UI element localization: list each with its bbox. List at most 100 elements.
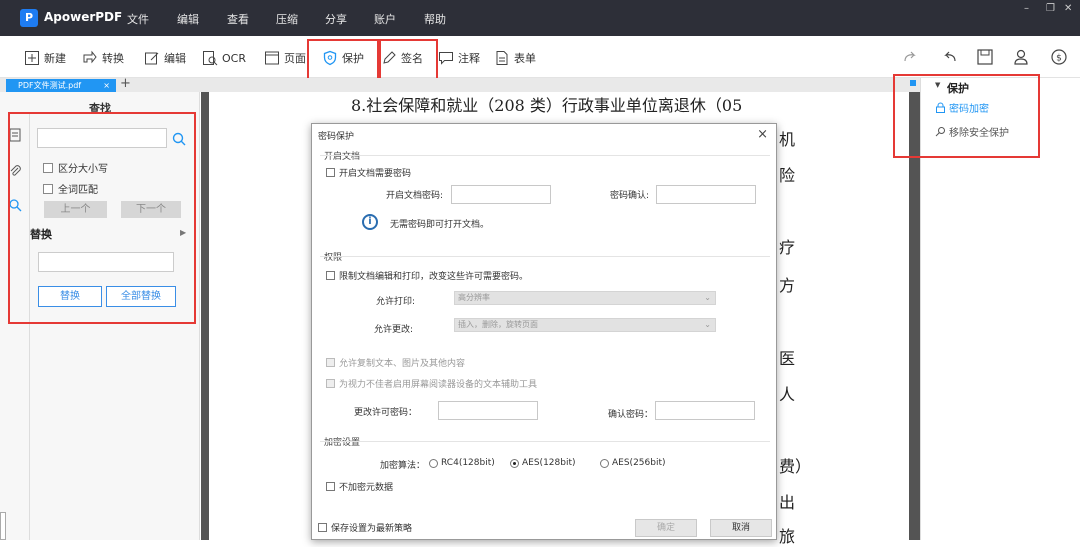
form-icon [496, 51, 508, 65]
dialog-close-icon[interactable]: × [757, 127, 768, 142]
restore-icon[interactable]: ❐ [1046, 3, 1055, 14]
divider [320, 256, 770, 257]
open-password-label: 开启文档密码: [386, 191, 444, 201]
menu-file[interactable]: 文件 [127, 11, 149, 27]
rc4-label: RC4(128bit) [441, 458, 495, 468]
change-password-label: 更改许可密码： [354, 408, 418, 418]
pricing-icon[interactable]: $ [1050, 48, 1068, 66]
no-metadata-box[interactable] [326, 482, 335, 491]
new-button[interactable]: 新建 [24, 48, 66, 68]
edit-icon [145, 52, 159, 65]
edit-button[interactable]: 编辑 [144, 48, 186, 68]
page-text-line: 8.社会保障和就业（208 类）行政事业单位离退休（05 [351, 96, 743, 115]
change-select[interactable]: 插入，删除，旋转页面 ⌄ [454, 318, 716, 332]
title-bar: P ApowerPDF 文件 编辑 查看 压缩 分享 账户 帮助 – ❐ ✕ [0, 0, 1080, 36]
info-icon: i [362, 214, 378, 230]
ok-button[interactable]: 确定 [635, 519, 697, 537]
restrict-checkbox[interactable]: 限制文档编辑和打印，改变这些许可需要密码。 [326, 269, 528, 282]
change-password-input[interactable] [438, 401, 538, 420]
restrict-box[interactable] [326, 271, 335, 280]
rc4-radio-dot[interactable] [429, 458, 438, 468]
menu-account[interactable]: 账户 [374, 11, 396, 27]
aes256-radio-dot[interactable] [600, 458, 609, 468]
algorithm-label: 加密算法： [380, 461, 426, 471]
close-tab-icon[interactable]: × [103, 79, 110, 92]
ocr-button[interactable]: OCR [202, 48, 246, 68]
form-button[interactable]: 表单 [494, 48, 536, 68]
print-select[interactable]: 高分辨率 ⌄ [454, 291, 716, 305]
page-button[interactable]: 页面 [264, 48, 306, 68]
menu-compress[interactable]: 压缩 [276, 11, 298, 27]
dialog-title: 密码保护 [318, 132, 355, 142]
document-tab-label: PDF文件测试.pdf [18, 81, 82, 90]
menu-share[interactable]: 分享 [325, 11, 347, 27]
left-scrollbar[interactable] [0, 512, 6, 540]
menu-view[interactable]: 查看 [227, 11, 249, 27]
add-tab-icon[interactable]: + [120, 76, 131, 91]
change-select-value: 插入，删除，旋转页面 [458, 320, 538, 329]
allow-print-label: 允许打印: [376, 297, 416, 307]
page-icon [265, 51, 279, 65]
comment-icon [439, 52, 453, 65]
aes256-radio[interactable]: AES(256bit) [600, 458, 666, 468]
allow-copy-box[interactable] [326, 358, 335, 367]
page-text-fragment: 人 [779, 385, 796, 404]
save-default-box[interactable] [318, 523, 327, 532]
ocr-label: OCR [222, 51, 246, 65]
open-require-label: 开启文档需要密码 [339, 169, 412, 179]
app-name: ApowerPDF [44, 10, 123, 24]
allow-change-label: 允许更改: [374, 325, 414, 335]
page-label: 页面 [284, 52, 306, 65]
allow-copy-checkbox[interactable]: 允许复制文本、图片及其他内容 [326, 356, 465, 369]
screen-reader-label: 为视力不佳者启用屏幕阅读器设备的文本辅助工具 [339, 380, 538, 390]
convert-icon [83, 50, 97, 64]
allow-copy-label: 允许复制文本、图片及其他内容 [339, 359, 466, 369]
document-tab[interactable]: PDF文件测试.pdf × [6, 79, 116, 92]
comment-button[interactable]: 注释 [438, 48, 480, 68]
page-text-fragment: 旅 [779, 527, 796, 546]
convert-button[interactable]: 转换 [82, 48, 124, 68]
new-label: 新建 [44, 52, 66, 65]
rc4-radio[interactable]: RC4(128bit) [429, 458, 495, 468]
app-logo-icon: P [20, 9, 38, 27]
open-require-checkbox[interactable]: 开启文档需要密码 [326, 166, 411, 179]
undo-icon[interactable] [940, 48, 958, 66]
screen-reader-checkbox[interactable]: 为视力不佳者启用屏幕阅读器设备的文本辅助工具 [326, 377, 537, 390]
menu-edit[interactable]: 编辑 [177, 11, 199, 27]
save-icon[interactable] [976, 48, 994, 66]
cancel-button[interactable]: 取消 [710, 519, 772, 537]
user-icon[interactable] [1012, 48, 1030, 66]
page-text-fragment: 方 [779, 276, 796, 295]
password-protection-dialog: 密码保护 × 开启文档 开启文档需要密码 开启文档密码: 密码确认: i 无需密… [311, 123, 777, 540]
open-require-box[interactable] [326, 168, 335, 177]
no-metadata-checkbox[interactable]: 不加密元数据 [326, 480, 393, 493]
aes128-radio-dot[interactable] [510, 458, 519, 468]
page-text-fragment: 疗 [779, 238, 796, 257]
svg-text:$: $ [1056, 54, 1062, 64]
screen-reader-box[interactable] [326, 379, 335, 388]
no-metadata-label: 不加密元数据 [339, 483, 394, 493]
minimize-icon[interactable]: – [1024, 3, 1029, 14]
confirm-password2-label: 确认密码： [608, 410, 654, 420]
find-panel-highlight-box [8, 112, 196, 324]
save-default-checkbox[interactable]: 保存设置为最新策略 [318, 521, 412, 534]
form-label: 表单 [514, 52, 536, 65]
edit-label: 编辑 [164, 52, 186, 65]
aes256-label: AES(256bit) [612, 458, 666, 468]
open-password-input[interactable] [451, 185, 551, 204]
info-text: 无需密码即可打开文档。 [390, 220, 490, 230]
redo-icon[interactable] [902, 48, 920, 66]
print-select-value: 高分辨率 [458, 293, 490, 302]
aes128-radio[interactable]: AES(128bit) [510, 458, 576, 468]
menu-help[interactable]: 帮助 [424, 11, 446, 27]
confirm-password-input[interactable] [656, 185, 756, 204]
save-default-label: 保存设置为最新策略 [331, 524, 413, 534]
close-window-icon[interactable]: ✕ [1064, 3, 1072, 14]
main-toolbar: 新建 转换 编辑 OCR 页面 保护 签名 注释 表单 $ [0, 36, 1080, 78]
protect-panel-highlight-box [893, 74, 1040, 158]
page-text-fragment: 险 [779, 166, 796, 185]
convert-label: 转换 [102, 52, 124, 65]
divider [320, 441, 770, 442]
confirm-password2-input[interactable] [655, 401, 755, 420]
confirm-password-label: 密码确认: [610, 191, 650, 201]
